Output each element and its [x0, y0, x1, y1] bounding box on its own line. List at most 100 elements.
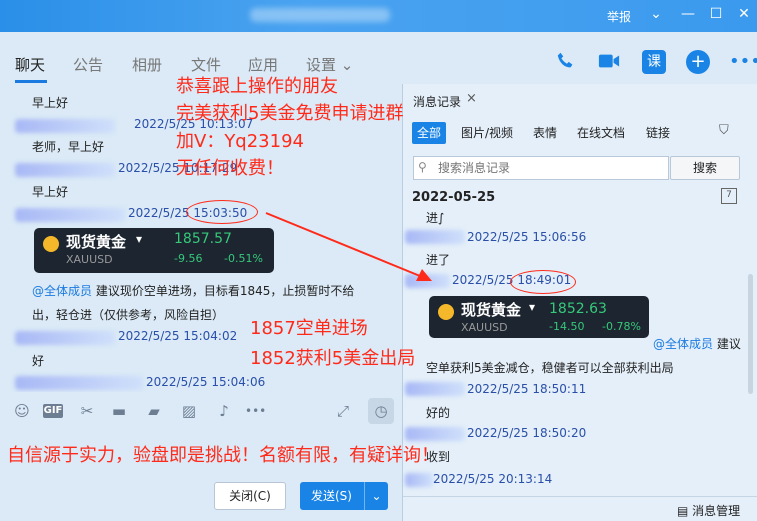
- more-dots-icon[interactable]: •••: [245, 402, 266, 420]
- quote-change: -9.56: [174, 252, 203, 265]
- filter-icon[interactable]: ⛉: [719, 123, 729, 138]
- filter-tab-docs[interactable]: 在线文档: [577, 122, 625, 144]
- sender-name: [405, 473, 433, 487]
- overlay-text: 完美获利5美金免费申请进群: [176, 103, 404, 124]
- message-time: 2022/5/25 18:50:11: [467, 382, 587, 396]
- more-icon[interactable]: •••: [729, 50, 757, 74]
- minimize-icon[interactable]: —: [678, 6, 698, 22]
- quote-code: XAUUSD: [66, 253, 113, 266]
- overlay-text: 自信源于实力，验盘即是挑战！名额有限，有疑详询！: [7, 445, 439, 466]
- video-icon[interactable]: [597, 50, 621, 74]
- filter-tab-stickers[interactable]: 表情: [533, 122, 557, 144]
- message-text: 出，轻仓进（仅供参考，风险自担）: [32, 308, 225, 322]
- mention-all[interactable]: @全体成员: [32, 284, 92, 298]
- sender-name: [15, 119, 115, 133]
- tab-announcement[interactable]: 公告: [73, 54, 103, 75]
- highlight-circle: [510, 270, 576, 294]
- date-header: 2022-05-25: [412, 190, 496, 205]
- mention-all[interactable]: @全体成员: [653, 337, 713, 351]
- overlay-text: 恭喜跟上操作的朋友: [176, 76, 338, 97]
- chevron-down-icon[interactable]: ⌄: [646, 6, 666, 22]
- quote-name: 现货黄金: [461, 301, 522, 319]
- message-time: 2022/5/25 20:13:14: [433, 472, 553, 486]
- plus-icon[interactable]: +: [686, 50, 710, 74]
- emoji-icon[interactable]: ☺: [13, 402, 31, 420]
- message-history-panel: 消息记录 × 全部 图片/视频 表情 在线文档 链接 ⛉ ⚲ 搜索 2022-0…: [403, 84, 757, 521]
- quote-card[interactable]: 现货黄金 ▾ XAUUSD 1857.57 -9.56 -0.51%: [34, 228, 274, 273]
- maximize-icon[interactable]: ☐: [706, 6, 726, 22]
- report-button[interactable]: 举报: [607, 8, 631, 25]
- phone-icon[interactable]: [554, 50, 578, 74]
- quote-change: -14.50: [549, 320, 585, 333]
- highlight-circle: [186, 200, 258, 224]
- caret-icon: ▾: [529, 300, 536, 314]
- history-icon[interactable]: ◷: [368, 398, 394, 424]
- class-icon[interactable]: 课: [642, 50, 666, 74]
- scrollbar[interactable]: [748, 274, 753, 394]
- sender-name: [15, 331, 115, 345]
- message-text: 进了: [426, 253, 451, 267]
- message-text: 好: [32, 354, 45, 368]
- message-text: 早上好: [32, 96, 69, 110]
- close-button[interactable]: 关闭(C): [214, 482, 286, 510]
- sender-name: [405, 427, 465, 441]
- sender-name: [405, 230, 465, 244]
- overlay-text: 1852获利5美金出局: [250, 348, 416, 369]
- sender-name: [405, 274, 450, 288]
- scissors-icon[interactable]: ✂: [78, 402, 96, 420]
- expand-icon[interactable]: ⤢: [334, 402, 352, 420]
- send-options-icon[interactable]: ⌄: [364, 482, 388, 510]
- quote-card[interactable]: 现货黄金 ▾ XAUUSD 1852.63 -14.50 -0.78%: [429, 296, 649, 338]
- close-icon[interactable]: ✕: [734, 6, 754, 22]
- title-bar: 举报 ⌄ — ☐ ✕: [0, 0, 757, 32]
- quote-price: 1857.57: [174, 231, 232, 247]
- quote-name: 现货黄金: [66, 233, 127, 251]
- caret-icon: ▾: [136, 232, 143, 246]
- tab-album[interactable]: 相册: [132, 54, 162, 75]
- message-time: 2022/5/25 18:50:20: [467, 426, 587, 440]
- sender-name: [15, 208, 125, 222]
- card-icon[interactable]: ▰: [145, 402, 163, 420]
- history-search-input[interactable]: [413, 156, 669, 180]
- message-text: @全体成员 建议: [653, 337, 741, 351]
- chat-toolbar: ☺ GIF ✂ ▬ ▰ ▨ ♪ ••• ⤢ ◷: [0, 392, 402, 430]
- filter-tab-media[interactable]: 图片/视频: [461, 122, 513, 144]
- tab-chat[interactable]: 聊天: [15, 54, 45, 75]
- message-time: 2022/5/25 15:06:56: [467, 230, 587, 244]
- message-text: 老师，早上好: [32, 140, 105, 154]
- message-text: 进∫: [426, 211, 445, 225]
- message-time: 2022/5/25 15:04:02: [118, 329, 238, 343]
- quote-percent: -0.78%: [602, 320, 641, 333]
- blurred-title: [250, 8, 390, 22]
- message-text: 早上好: [32, 185, 69, 199]
- message-manage-icon: ▤: [677, 504, 689, 518]
- sender-name: [15, 376, 143, 390]
- close-panel-icon[interactable]: ×: [466, 91, 477, 106]
- sender-name: [405, 382, 465, 396]
- image-icon[interactable]: ▨: [180, 402, 198, 420]
- message-text: @全体成员 建议现价空单进场，目标看1845，止损暂时不给: [32, 284, 355, 298]
- message-time: 2022/5/25 15:04:06: [146, 375, 266, 389]
- filter-tab-links[interactable]: 链接: [646, 122, 670, 144]
- search-icon: ⚲: [418, 160, 427, 174]
- gold-coin-icon: [43, 236, 59, 252]
- overlay-text: 1857空单进场: [250, 318, 368, 339]
- bell-icon[interactable]: ♪: [215, 402, 233, 420]
- message-text: 空单获利5美金减仓，稳健者可以全部获利出局: [426, 361, 674, 375]
- filter-tab-all[interactable]: 全部: [412, 122, 447, 144]
- message-management-button[interactable]: ▤ 消息管理: [677, 502, 740, 519]
- message-text: 好的: [426, 406, 451, 420]
- send-button[interactable]: 发送(S) ⌄: [300, 482, 388, 510]
- folder-icon[interactable]: ▬: [110, 402, 128, 420]
- sender-name: [15, 163, 115, 177]
- gold-coin-icon: [438, 304, 454, 320]
- search-button[interactable]: 搜索: [670, 156, 740, 180]
- quote-code: XAUUSD: [461, 321, 508, 334]
- gif-icon[interactable]: GIF: [43, 404, 63, 418]
- calendar-icon[interactable]: 7: [721, 188, 737, 204]
- panel-title: 消息记录: [413, 95, 462, 109]
- quote-percent: -0.51%: [224, 252, 263, 265]
- overlay-text: 加V：Yq23194: [176, 131, 304, 152]
- active-tab-indicator: [15, 80, 47, 83]
- quote-price: 1852.63: [549, 301, 607, 317]
